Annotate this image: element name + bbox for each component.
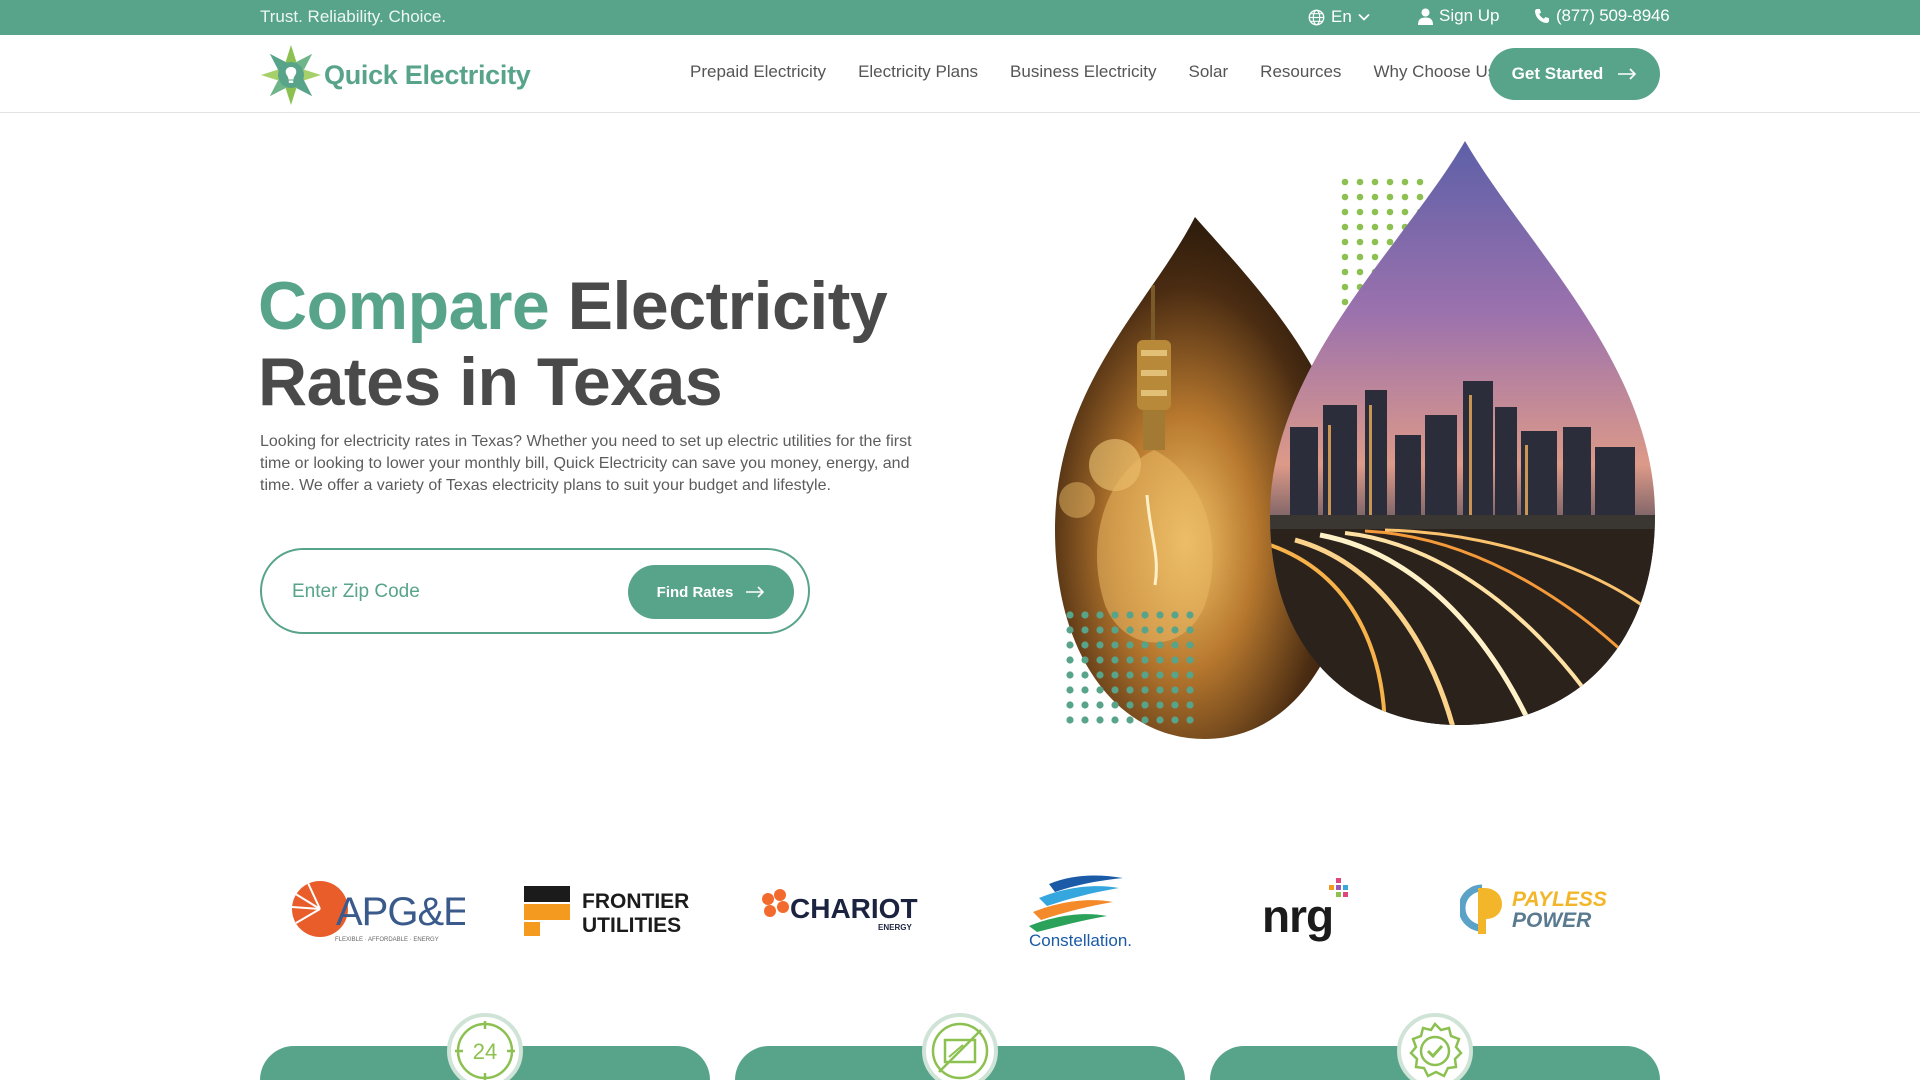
- user-icon: [1418, 8, 1433, 25]
- language-selector[interactable]: En: [1308, 7, 1370, 27]
- sign-up-link[interactable]: Sign Up: [1418, 6, 1499, 26]
- no-contract-icon: [931, 1022, 989, 1080]
- hero-title: Compare Electricity Rates in Texas: [258, 268, 938, 420]
- no-contract-badge: [922, 1013, 998, 1080]
- svg-text:APG&E: APG&E: [336, 890, 465, 934]
- phone-icon: [1534, 8, 1550, 24]
- verified-badge: [1397, 1013, 1473, 1080]
- provider-logos: APG&E FLEXIBLE · AFFORDABLE · ENERGY FRO…: [260, 860, 1660, 960]
- hero-title-line2: Rates in Texas: [258, 344, 723, 420]
- zip-search-form: Find Rates: [260, 548, 810, 634]
- main-nav: Prepaid Electricity Electricity Plans Bu…: [690, 62, 1496, 82]
- main-header: Quick Electricity Prepaid Electricity El…: [0, 35, 1920, 113]
- arrow-right-icon: [1617, 68, 1637, 80]
- svg-text:PAYLESS: PAYLESS: [1512, 888, 1607, 911]
- get-started-button[interactable]: Get Started: [1489, 48, 1660, 100]
- nav-resources[interactable]: Resources: [1260, 62, 1341, 82]
- find-rates-label: Find Rates: [656, 583, 734, 601]
- nav-business-electricity[interactable]: Business Electricity: [1010, 62, 1156, 82]
- top-bar: Trust. Reliability. Choice. En Sign Up (…: [0, 0, 1920, 35]
- globe-icon: [1308, 9, 1325, 26]
- svg-text:FRONTIER: FRONTIER: [582, 890, 689, 913]
- hero-title-rest: Electricity: [567, 268, 888, 344]
- nav-electricity-plans[interactable]: Electricity Plans: [858, 62, 978, 82]
- nav-solar[interactable]: Solar: [1188, 62, 1228, 82]
- zip-code-input[interactable]: [292, 576, 592, 608]
- svg-text:nrg: nrg: [1262, 890, 1333, 942]
- provider-frontier-logo[interactable]: FRONTIER UTILITIES: [522, 860, 702, 960]
- arrow-right-icon: [745, 586, 765, 598]
- get-started-label: Get Started: [1511, 64, 1604, 83]
- logo-star-icon: [260, 44, 322, 106]
- chevron-down-icon: [1358, 13, 1370, 21]
- find-rates-button[interactable]: Find Rates: [628, 565, 794, 619]
- clock-24-icon: 24: [473, 1039, 497, 1064]
- support-24-badge: 24: [447, 1013, 523, 1080]
- tagline: Trust. Reliability. Choice.: [260, 7, 447, 26]
- phone-link[interactable]: (877) 509-8946: [1534, 6, 1670, 26]
- svg-text:Constellation.: Constellation.: [1029, 931, 1132, 948]
- hero-description: Looking for electricity rates in Texas? …: [260, 433, 912, 494]
- provider-chariot-logo[interactable]: CHARIOT ENERGY: [758, 860, 938, 960]
- provider-nrg-logo[interactable]: nrg: [1260, 860, 1380, 960]
- provider-constellation-logo[interactable]: Constellation.: [1023, 860, 1173, 960]
- site-logo[interactable]: Quick Electricity: [260, 44, 531, 106]
- language-label: En: [1331, 7, 1352, 26]
- svg-text:FLEXIBLE · AFFORDABLE · ENERGY: FLEXIBLE · AFFORDABLE · ENERGY: [335, 937, 439, 943]
- nav-prepaid-electricity[interactable]: Prepaid Electricity: [690, 62, 826, 82]
- svg-text:POWER: POWER: [1512, 909, 1592, 932]
- svg-text:CHARIOT: CHARIOT: [790, 893, 918, 924]
- sign-up-label: Sign Up: [1439, 6, 1500, 25]
- nav-why-choose-us[interactable]: Why Choose Us: [1373, 62, 1496, 82]
- svg-text:ENERGY: ENERGY: [878, 923, 912, 932]
- logo-text: Quick Electricity: [324, 59, 531, 90]
- hero-illustration: [1055, 135, 1675, 745]
- provider-apge-logo[interactable]: APG&E FLEXIBLE · AFFORDABLE · ENERGY: [290, 860, 470, 960]
- phone-number: (877) 509-8946: [1556, 6, 1670, 25]
- checkmark-seal-icon: [1409, 1022, 1463, 1078]
- provider-payless-logo[interactable]: PAYLESS POWER: [1460, 860, 1640, 960]
- hero-title-accent: Compare: [258, 268, 550, 344]
- svg-text:UTILITIES: UTILITIES: [582, 914, 681, 937]
